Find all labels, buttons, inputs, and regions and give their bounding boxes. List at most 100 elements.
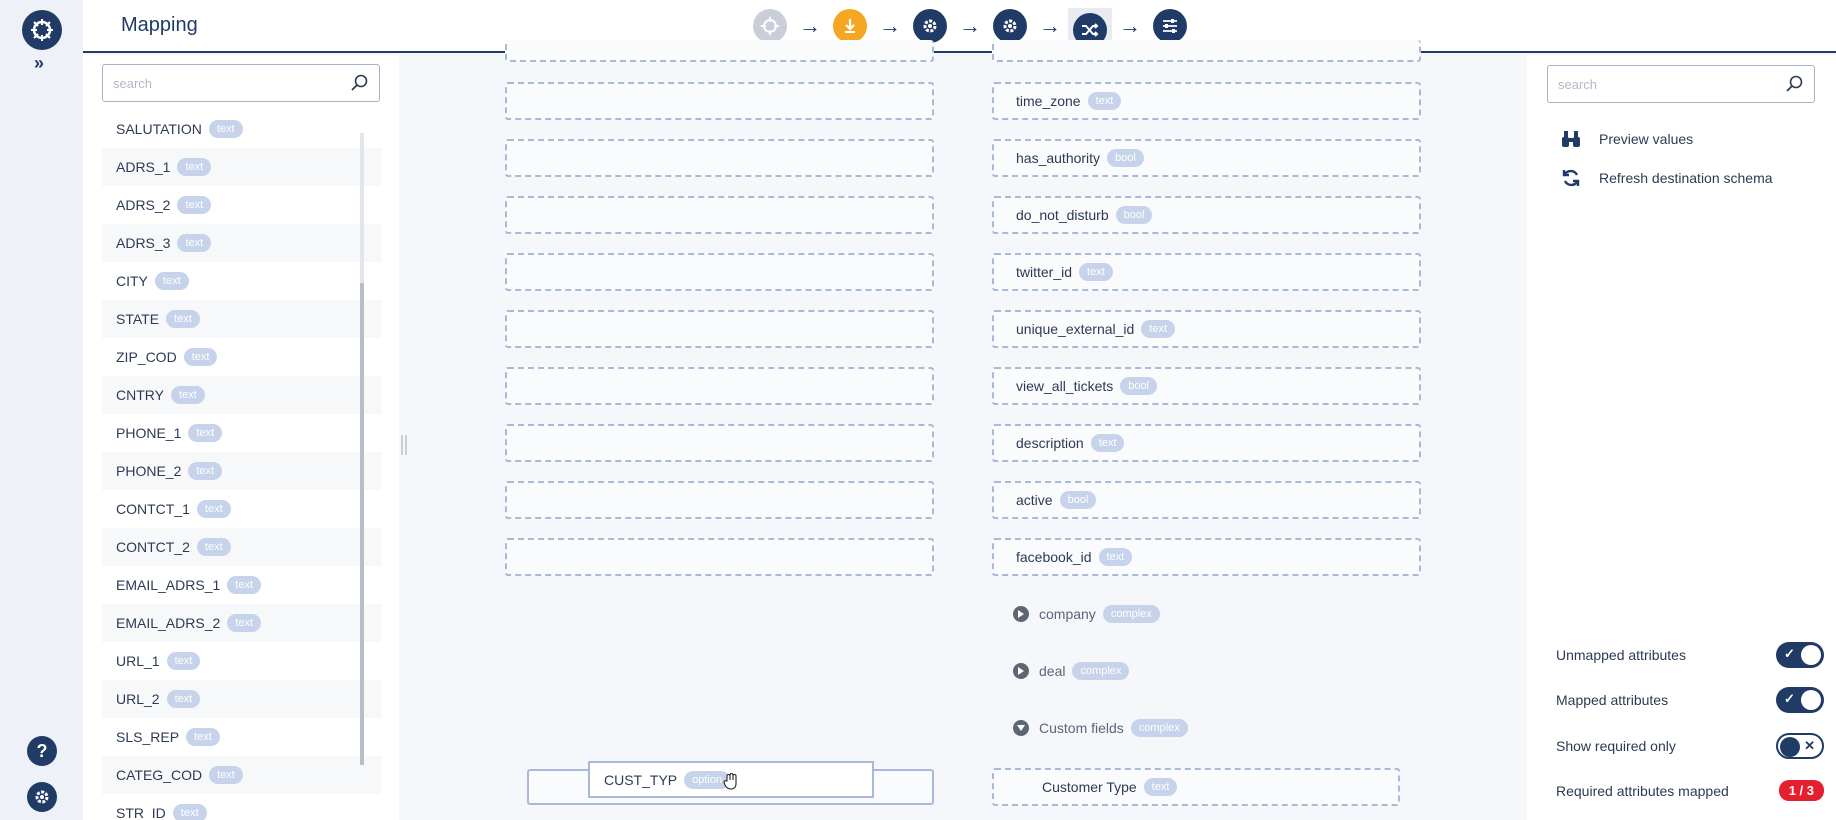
type-badge: text	[170, 386, 205, 404]
source-field-item[interactable]: CNTRY text	[102, 376, 382, 414]
app-logo-icon[interactable]	[22, 10, 62, 50]
source-field-label: CONTCT_2	[116, 539, 190, 555]
group-deal[interactable]: deal complex	[1013, 662, 1130, 680]
type-badge: bool	[1120, 377, 1158, 395]
source-field-item[interactable]: CONTCT_2 text	[102, 528, 382, 566]
mapping-slot[interactable]	[505, 196, 934, 234]
destination-field[interactable]: time_zone text	[992, 82, 1421, 120]
source-field-label: STATE	[116, 311, 160, 327]
gear-step-icon[interactable]	[993, 9, 1027, 43]
type-badge: complex	[1072, 662, 1130, 680]
destination-field[interactable]: unique_external_id text	[992, 310, 1421, 348]
unmapped-attributes-toggle[interactable]: ✓	[1776, 642, 1824, 668]
expand-sidebar-icon[interactable]: »	[34, 53, 44, 74]
source-field-item[interactable]: STATE text	[102, 300, 382, 338]
gear-step-icon[interactable]	[913, 9, 947, 43]
collapse-caret-icon[interactable]	[1013, 720, 1029, 736]
mapping-slot[interactable]	[505, 538, 934, 576]
dragging-source-field[interactable]: CUST_TYP option	[588, 761, 874, 798]
mapping-slot[interactable]	[505, 82, 934, 120]
source-field-item[interactable]: ADRS_2 text	[102, 186, 382, 224]
source-field-item[interactable]: URL_2 text	[102, 680, 382, 718]
group-label: Custom fields	[1039, 720, 1124, 736]
mapped-attributes-toggle-row: Mapped attributes ✓	[1556, 687, 1824, 713]
mapping-slot[interactable]	[505, 253, 934, 291]
mapping-slot[interactable]	[505, 310, 934, 348]
destination-field[interactable]: has_authority bool	[992, 139, 1421, 177]
source-field-item[interactable]: ADRS_3 text	[102, 224, 382, 262]
preview-values-button[interactable]: Preview values	[1559, 130, 1693, 148]
panel-resize-handle[interactable]	[401, 435, 407, 455]
type-badge: text	[188, 462, 223, 480]
source-field-label: ZIP_COD	[116, 349, 177, 365]
type-badge: complex	[1130, 719, 1188, 737]
connector-step-icon[interactable]	[753, 9, 787, 43]
binoculars-icon	[1559, 130, 1583, 148]
source-field-label: CITY	[116, 273, 148, 289]
destination-field[interactable]: view_all_tickets bool	[992, 367, 1421, 405]
source-field-label: CNTRY	[116, 387, 164, 403]
required-count-badge: 1 / 3	[1778, 780, 1824, 801]
source-field-item[interactable]: CITY text	[102, 262, 382, 300]
type-badge: text	[1143, 778, 1178, 796]
destination-search-input[interactable]	[1548, 66, 1775, 102]
grab-cursor-icon	[723, 773, 737, 790]
source-field-label: CATEG_COD	[116, 767, 203, 783]
page-title: Mapping	[121, 14, 198, 36]
source-field-item[interactable]: EMAIL_ADRS_1 text	[102, 566, 382, 604]
type-badge: text	[1079, 263, 1113, 281]
mapping-slot[interactable]	[505, 367, 934, 405]
expand-caret-icon[interactable]	[1013, 663, 1029, 679]
source-field-label: URL_1	[116, 653, 160, 669]
source-field-item[interactable]: CATEG_COD text	[102, 756, 382, 794]
source-field-item[interactable]: PHONE_1 text	[102, 414, 382, 452]
source-field-item[interactable]: URL_1 text	[102, 642, 382, 680]
type-badge: text	[209, 766, 243, 784]
source-search-input[interactable]	[103, 65, 338, 101]
type-badge: text	[1090, 434, 1125, 452]
destination-field[interactable]	[992, 40, 1421, 62]
source-field-item[interactable]: ZIP_COD text	[102, 338, 382, 376]
source-field-item[interactable]: CONTCT_1 text	[102, 490, 382, 528]
destination-field[interactable]: facebook_id text	[992, 538, 1421, 576]
mapping-slot[interactable]	[505, 40, 934, 62]
source-field-label: CONTCT_1	[116, 501, 190, 517]
download-step-icon[interactable]	[833, 9, 867, 43]
source-field-item[interactable]: PHONE_2 text	[102, 452, 382, 490]
expand-caret-icon[interactable]	[1013, 606, 1029, 622]
source-field-label: PHONE_1	[116, 425, 182, 441]
source-scrollbar-thumb[interactable]	[360, 283, 364, 765]
destination-field[interactable]: description text	[992, 424, 1421, 462]
type-badge: text	[172, 804, 207, 820]
sliders-step-icon[interactable]	[1153, 9, 1187, 43]
mapping-slot[interactable]	[505, 424, 934, 462]
header: Mapping → → → → →	[83, 0, 1836, 53]
type-badge: text	[196, 500, 231, 518]
destination-field[interactable]: active bool	[992, 481, 1421, 519]
type-badge: bool	[1115, 206, 1153, 224]
destination-field-customer-type[interactable]: Customer Type text	[992, 768, 1400, 806]
source-field-item[interactable]: SALUTATION text	[102, 110, 382, 148]
source-search[interactable]	[102, 64, 380, 102]
source-field-item[interactable]: ADRS_1 text	[102, 148, 382, 186]
source-field-label: STR_ID	[116, 805, 166, 820]
mapped-attributes-toggle[interactable]: ✓	[1776, 687, 1824, 713]
settings-gear-icon[interactable]	[27, 782, 57, 812]
source-field-item[interactable]: SLS_REP text	[102, 718, 382, 756]
required-attributes-mapped-row: Required attributes mapped 1 / 3	[1556, 780, 1824, 801]
destination-field[interactable]: do_not_disturb bool	[992, 196, 1421, 234]
source-field-label: SLS_REP	[116, 729, 180, 745]
unmapped-attributes-toggle-row: Unmapped attributes ✓	[1556, 642, 1824, 668]
help-icon[interactable]: ?	[27, 736, 57, 766]
destination-field[interactable]: twitter_id text	[992, 253, 1421, 291]
mapping-slot[interactable]	[505, 481, 934, 519]
source-field-item[interactable]: STR_ID text	[102, 794, 382, 820]
group-company[interactable]: company complex	[1013, 605, 1160, 623]
refresh-schema-button[interactable]: Refresh destination schema	[1559, 168, 1773, 188]
destination-search[interactable]	[1547, 65, 1815, 103]
required-only-toggle[interactable]: ✕	[1776, 733, 1824, 759]
mapping-slot[interactable]	[505, 139, 934, 177]
refresh-icon	[1559, 168, 1583, 188]
source-field-item[interactable]: EMAIL_ADRS_2 text	[102, 604, 382, 642]
group-custom-fields[interactable]: Custom fields complex	[1013, 719, 1188, 737]
